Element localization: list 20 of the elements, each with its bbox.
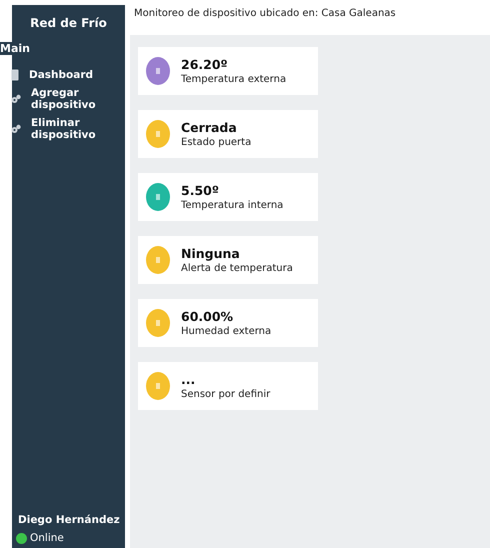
- sensor-value: 5.50º: [181, 183, 220, 198]
- phone-icon: [11, 69, 19, 81]
- sidebar-item[interactable]: Eliminar dispositivo: [11, 117, 125, 141]
- sensor-label: Alerta de temperatura: [181, 263, 293, 274]
- sidebar-item[interactable]: Agregar dispositivo: [11, 87, 125, 111]
- sensor-label: Estado puerta: [181, 137, 252, 148]
- sensor-label: Humedad externa: [181, 326, 272, 337]
- app-title: Red de Frío: [29, 15, 108, 32]
- sidebar-item[interactable]: Dashboard: [11, 69, 125, 81]
- sensor-value: 60.00%: [181, 309, 234, 324]
- user-name: Diego Hernández: [17, 514, 121, 526]
- sensor-label: Sensor por definir: [181, 389, 270, 400]
- sensor-label: Temperatura externa: [181, 74, 286, 85]
- sensor-label: Temperatura interna: [181, 200, 284, 211]
- sensor-value: Cerrada: [181, 120, 238, 135]
- page-title: Monitoreo de dispositivo ubicado en: Casa Galeanas: [134, 8, 396, 19]
- status-label: Online: [30, 532, 64, 544]
- sensor-value: 26.20º: [181, 57, 229, 72]
- sensor-value: Ninguna: [181, 246, 241, 261]
- sensor-value: ...: [181, 372, 196, 387]
